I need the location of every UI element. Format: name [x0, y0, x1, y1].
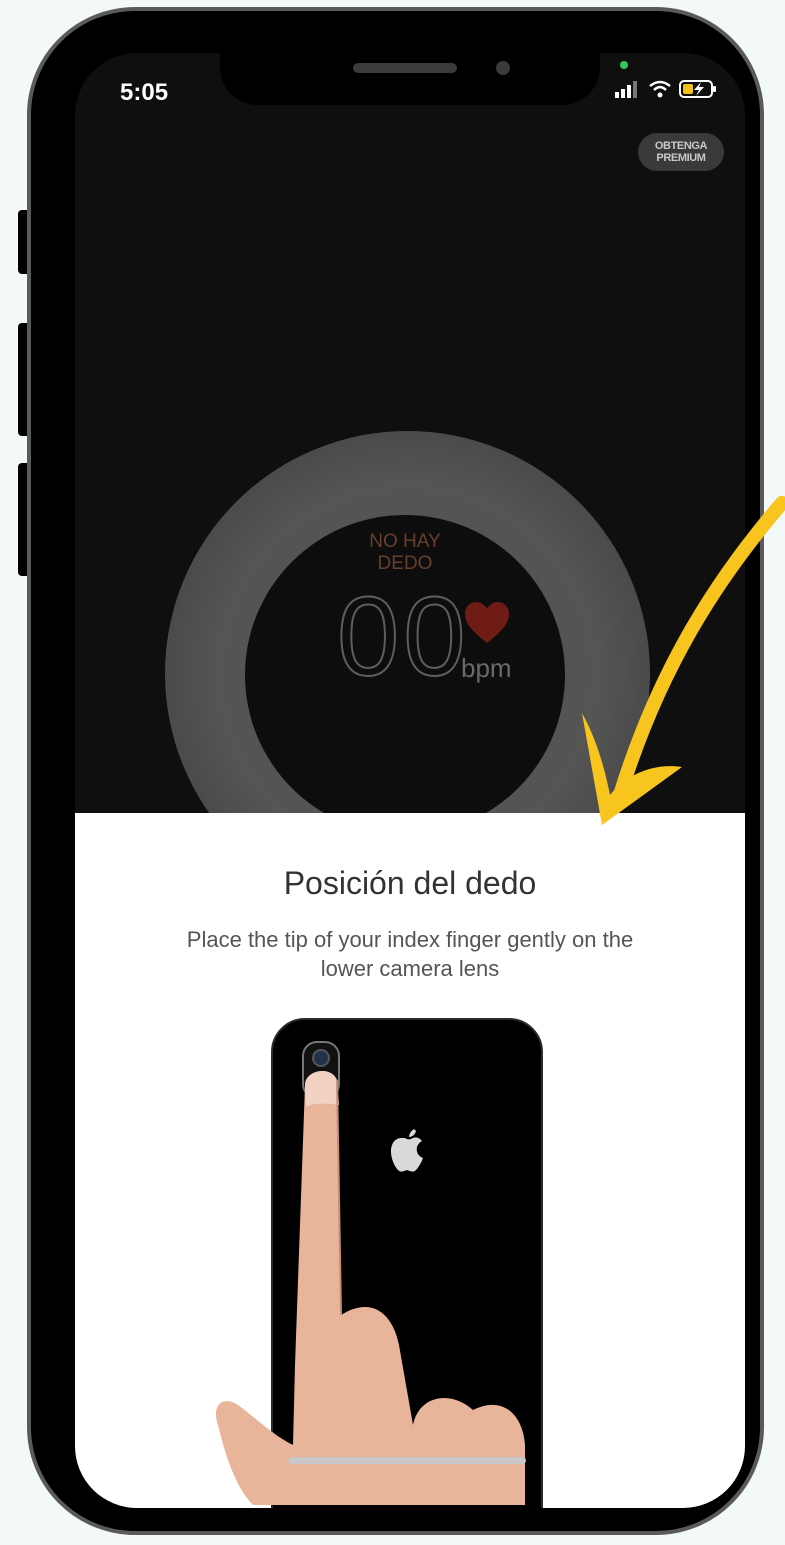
battery-charging-icon — [679, 80, 716, 98]
camera-in-use-indicator — [620, 61, 628, 69]
finger-status: NO HAY DEDO — [245, 531, 565, 575]
premium-label-line1: OBTENGA — [654, 140, 708, 152]
status-time: 5:05 — [120, 79, 169, 106]
bpm-value: 00 — [336, 574, 470, 699]
speaker-grille — [353, 63, 457, 73]
notch — [220, 53, 600, 105]
wifi-icon — [649, 80, 671, 98]
finger-status-line2: DEDO — [377, 553, 433, 574]
bpm-unit: bpm — [461, 653, 512, 683]
home-indicator[interactable] — [288, 1457, 526, 1464]
page-canvas: 5:05 OBTENGA PREMIUM NO HAY DEDO 00 bpm … — [0, 0, 785, 1545]
status-icons — [615, 79, 717, 99]
annotation-arrow-icon — [582, 496, 785, 825]
heart-icon — [465, 602, 509, 643]
sheet-title: Posición del dedo — [283, 865, 537, 901]
sheet-description: Place the tip of your index finger gentl… — [186, 927, 634, 981]
finger-illustration — [215, 1070, 526, 1505]
front-camera — [496, 61, 510, 75]
instruction-sheet: Posición del dedo Place the tip of your … — [75, 813, 745, 1508]
finger-status-line1: NO HAY — [369, 531, 441, 552]
finger-on-camera-illustration — [215, 1018, 543, 1508]
signal-icon — [615, 81, 637, 98]
get-premium-button[interactable]: OBTENGA PREMIUM — [638, 133, 724, 171]
premium-label-line2: PREMIUM — [656, 152, 706, 164]
